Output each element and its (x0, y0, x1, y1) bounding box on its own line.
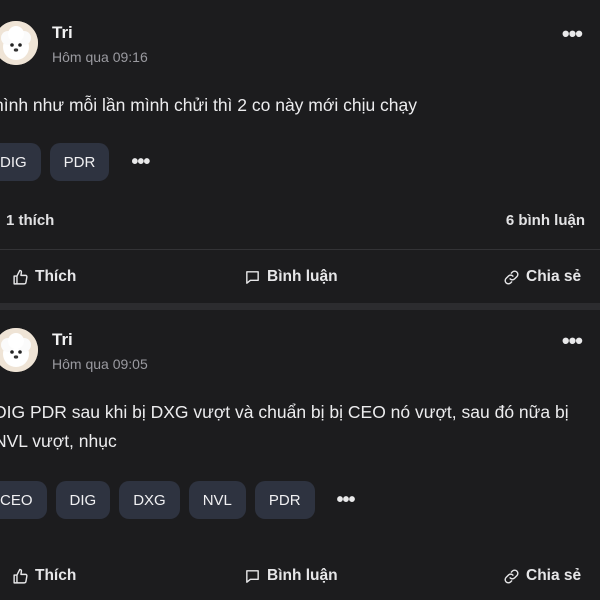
ticker-tag[interactable]: NVL (188, 481, 246, 519)
thumbs-up-icon (13, 269, 28, 285)
share-button[interactable]: Chia sẻ (503, 561, 581, 591)
share-button[interactable]: Chia sẻ (503, 262, 581, 292)
post-stats: 1 thích 6 bình luận (0, 206, 600, 236)
post-separator (0, 303, 600, 310)
divider (0, 249, 600, 250)
like-label: Thích (35, 268, 77, 285)
post-feed: Tri Hôm qua 09:16 ••• hình như mỗi lần m… (0, 0, 600, 600)
like-count[interactable]: 1 thích (6, 212, 54, 229)
more-options-icon[interactable]: ••• (562, 330, 583, 352)
comment-count[interactable]: 6 bình luận (506, 212, 585, 229)
author-name[interactable]: Tri (52, 23, 73, 43)
post-content: DIG PDR sau khi bị DXG vượt và chuẩn bị … (0, 402, 569, 451)
more-options-icon[interactable]: ••• (562, 23, 583, 45)
comment-button[interactable]: Bình luận (244, 561, 338, 591)
comment-icon (246, 270, 259, 284)
ticker-tag[interactable]: DIG (55, 481, 111, 519)
ticker-tag[interactable]: PDR (49, 143, 110, 181)
comment-button[interactable]: Bình luận (244, 262, 338, 292)
ticker-tag[interactable]: DXG (119, 481, 180, 519)
more-tags-icon[interactable]: ••• (324, 481, 368, 519)
like-button[interactable]: Thích (12, 262, 76, 292)
link-icon (504, 269, 519, 285)
ticker-tags: DIG PDR ••• (0, 143, 162, 181)
post-time: Hôm qua 09:16 (52, 49, 148, 65)
post-time: Hôm qua 09:05 (52, 356, 148, 372)
link-icon (504, 568, 519, 584)
ticker-tag[interactable]: PDR (254, 481, 315, 519)
like-button[interactable]: Thích (12, 561, 76, 591)
avatar[interactable] (0, 328, 38, 372)
like-label: Thích (35, 567, 77, 584)
comment-icon (246, 569, 259, 583)
ticker-tags: CEO DIG DXG NVL PDR ••• (0, 481, 368, 519)
author-name[interactable]: Tri (52, 330, 73, 350)
thumbs-up-icon (13, 568, 28, 584)
comment-label: Bình luận (267, 268, 338, 285)
post-actions: Thích Bình luận Chia sẻ (0, 561, 600, 591)
post-actions: Thích Bình luận Chia sẻ (0, 262, 600, 292)
more-tags-icon[interactable]: ••• (118, 143, 162, 181)
poodle-avatar-icon (0, 328, 38, 372)
ticker-tag[interactable]: CEO (0, 481, 47, 519)
avatar[interactable] (0, 21, 38, 65)
share-label: Chia sẻ (526, 268, 582, 285)
share-label: Chia sẻ (526, 567, 582, 584)
post-card: Tri Hôm qua 09:16 ••• hình như mỗi lần m… (0, 0, 600, 303)
post-content: hình như mỗi lần mình chửi thì 2 co này … (0, 95, 418, 115)
ticker-tag[interactable]: DIG (0, 143, 41, 181)
poodle-avatar-icon (0, 21, 38, 65)
comment-label: Bình luận (267, 567, 338, 584)
post-card: Tri Hôm qua 09:05 ••• DIG PDR sau khi bị… (0, 310, 600, 600)
